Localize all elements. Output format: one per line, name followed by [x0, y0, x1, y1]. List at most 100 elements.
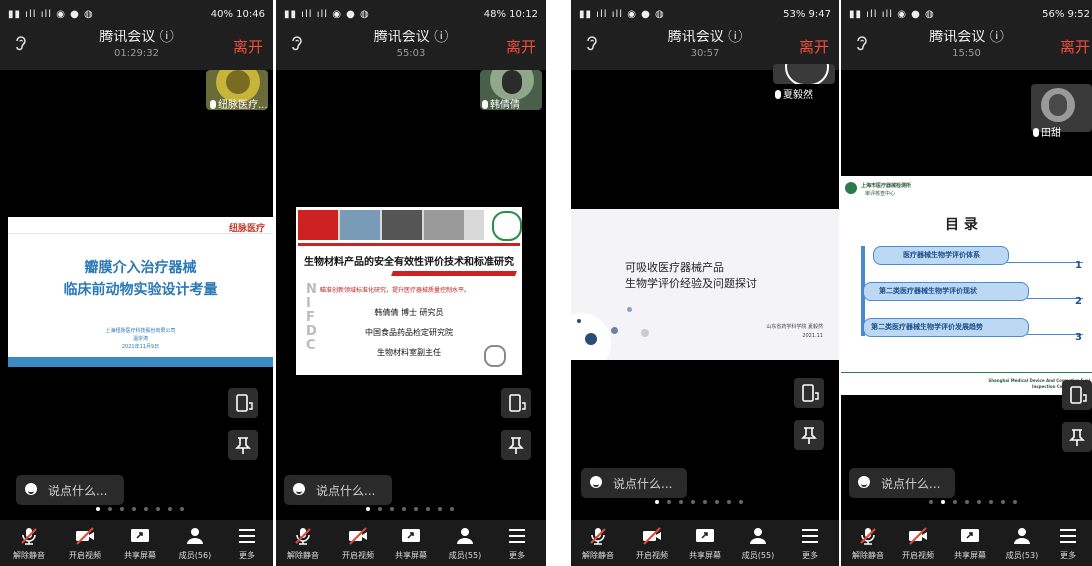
members-button[interactable]: 成员(56) [168, 520, 222, 566]
slide-subtitle: 瞄准创新领域标准化研究，提升医疗器械质量控制水平。 [320, 287, 471, 294]
slide-date: 2021.11 [802, 333, 823, 339]
status-right: 56% 9:52 [1042, 9, 1090, 20]
slide-org-2: 审评核查中心 [865, 191, 896, 197]
participant-video[interactable] [773, 64, 835, 84]
members-button[interactable]: 成员(55) [438, 520, 492, 566]
chat-input[interactable]: 说点什么... [284, 475, 392, 505]
pin-button[interactable] [794, 420, 824, 450]
shared-slide: 纽脉医疗 瓣膜介入治疗器械 临床前动物实验设计考量 上海纽脉医疗科技股份有限公司… [8, 217, 273, 367]
members-icon [750, 528, 766, 544]
status-bar: ▮▮ ıll ıll ◉ ● ◍ 40% 10:46 [0, 0, 273, 30]
leave-button[interactable]: 离开 [1060, 36, 1090, 57]
chat-input[interactable]: 说点什么... [581, 468, 687, 498]
participant-name: 韩倩倩 [482, 96, 544, 111]
meeting-screen-1: 腾讯会议 ⓘ 01:29:32 离开 ▮▮ ıll ıll ◉ ● ◍ 40% … [0, 0, 273, 566]
mic-muted-icon [590, 528, 606, 545]
start-video-button[interactable]: 开启视频 [58, 520, 112, 566]
page-indicator [366, 507, 456, 513]
members-button[interactable]: 成员(55) [731, 520, 785, 566]
more-button[interactable]: 更多 [220, 520, 273, 566]
unmute-button[interactable]: 解除静音 [571, 520, 625, 566]
leave-button[interactable]: 离开 [233, 36, 263, 57]
chat-input[interactable]: 说点什么... [849, 468, 955, 498]
pin-button[interactable] [228, 430, 258, 460]
pin-button[interactable] [1062, 422, 1092, 452]
rotate-screen-button[interactable] [794, 378, 824, 408]
more-menu-icon [509, 529, 525, 543]
share-screen-button[interactable]: 共享屏幕 [384, 520, 438, 566]
camera-off-icon [349, 527, 367, 545]
start-video-button[interactable]: 开启视频 [625, 520, 679, 566]
slide-title-1: 瓣膜介入治疗器械 [84, 260, 197, 276]
page-indicator [655, 500, 745, 506]
members-icon [457, 528, 473, 544]
phone-rotate-icon [802, 384, 819, 402]
start-video-button[interactable]: 开启视频 [891, 520, 945, 566]
start-video-button[interactable]: 开启视频 [331, 520, 385, 566]
emoji-icon [858, 476, 870, 488]
slide-company: 上海纽脉医疗科技股份有限公司 [105, 328, 176, 334]
members-icon [1014, 528, 1030, 544]
mic-muted-icon [860, 528, 876, 545]
status-bar: ▮▮ ıll ıll ◉ ● ◍ 56% 9:52 [841, 0, 1092, 30]
slide-org: 中国食品药品检定研究院 [365, 328, 453, 337]
unmute-button[interactable]: 解除静音 [2, 520, 56, 566]
more-menu-icon [239, 529, 255, 543]
leave-button[interactable]: 离开 [506, 36, 536, 57]
more-button[interactable]: 更多 [783, 520, 837, 566]
mic-muted-icon [295, 528, 311, 545]
rotate-screen-button[interactable] [1062, 380, 1092, 410]
camera-off-icon [909, 527, 927, 545]
more-menu-icon [802, 529, 818, 543]
meeting-screen-4: 腾讯会议 ⓘ 15:50 离开 ▮▮ ıll ıll ◉ ● ◍ 56% 9:5… [841, 0, 1092, 566]
mic-icon [1033, 128, 1039, 137]
status-right: 48% 10:12 [483, 9, 538, 20]
rotate-screen-button[interactable] [501, 388, 531, 418]
participant-name: 夏毅然 [775, 86, 837, 101]
info-icon[interactable]: ⓘ [160, 29, 174, 45]
slide-date: 2021年11月9日 [121, 344, 160, 350]
status-bar: ▮▮ ıll ıll ◉ ● ◍ 53% 9:47 [571, 0, 839, 30]
status-right: 53% 9:47 [783, 9, 831, 20]
page-indicator [929, 500, 1019, 506]
share-screen-icon [961, 529, 979, 542]
more-menu-icon [1060, 529, 1076, 543]
slide-speaker: 韩倩倩 博士 研究员 [374, 308, 444, 317]
slide-org-1: 上海市医疗器械检测所 [861, 183, 912, 189]
share-screen-button[interactable]: 共享屏幕 [943, 520, 997, 566]
share-screen-button[interactable]: 共享屏幕 [678, 520, 732, 566]
toc-num-1: 1 [1075, 260, 1082, 271]
slide-heading: 目 录 [945, 217, 978, 233]
meeting-screen-2: 腾讯会议 ⓘ 55:03 离开 ▮▮ ıll ıll ◉ ● ◍ 48% 10:… [276, 0, 546, 566]
emoji-icon [25, 483, 37, 495]
leave-button[interactable]: 离开 [799, 36, 829, 57]
share-screen-icon [402, 529, 420, 542]
mic-icon [775, 90, 781, 99]
slide-title-1: 可吸收医疗器械产品 [625, 261, 724, 274]
phone-rotate-icon [509, 394, 526, 412]
shared-slide: 上海市医疗器械检测所 审评核查中心 目 录 医疗器械生物学评价体系 1 第二类医… [841, 176, 1092, 395]
camera-off-icon [643, 527, 661, 545]
toc-item-3: 第二类医疗器械生物学评价发展趋势 [871, 323, 983, 331]
pin-icon [235, 437, 251, 454]
unmute-button[interactable]: 解除静音 [276, 520, 330, 566]
camera-off-icon [76, 527, 94, 545]
share-screen-button[interactable]: 共享屏幕 [113, 520, 167, 566]
shared-slide: 可吸收医疗器械产品 生物学评价经验及问题探讨 山东省药学科学院 夏毅然 2021… [571, 209, 839, 360]
signal-icon: ▮▮ ıll ıll ◉ ● ◍ [579, 9, 665, 20]
more-button[interactable]: 更多 [1041, 520, 1092, 566]
rotate-screen-button[interactable] [228, 388, 258, 418]
unmute-button[interactable]: 解除静音 [841, 520, 895, 566]
pin-button[interactable] [501, 430, 531, 460]
chat-input[interactable]: 说点什么... [16, 475, 124, 505]
info-icon[interactable]: ⓘ [434, 29, 448, 45]
info-icon[interactable]: ⓘ [728, 29, 742, 45]
page-indicator [96, 507, 186, 513]
pin-icon [801, 427, 817, 444]
mic-icon [210, 100, 216, 109]
signal-icon: ▮▮ ıll ıll ◉ ● ◍ [284, 9, 370, 20]
info-icon[interactable]: ⓘ [990, 29, 1004, 45]
more-button[interactable]: 更多 [490, 520, 544, 566]
share-screen-icon [696, 529, 714, 542]
signal-icon: ▮▮ ıll ıll ◉ ● ◍ [849, 9, 935, 20]
